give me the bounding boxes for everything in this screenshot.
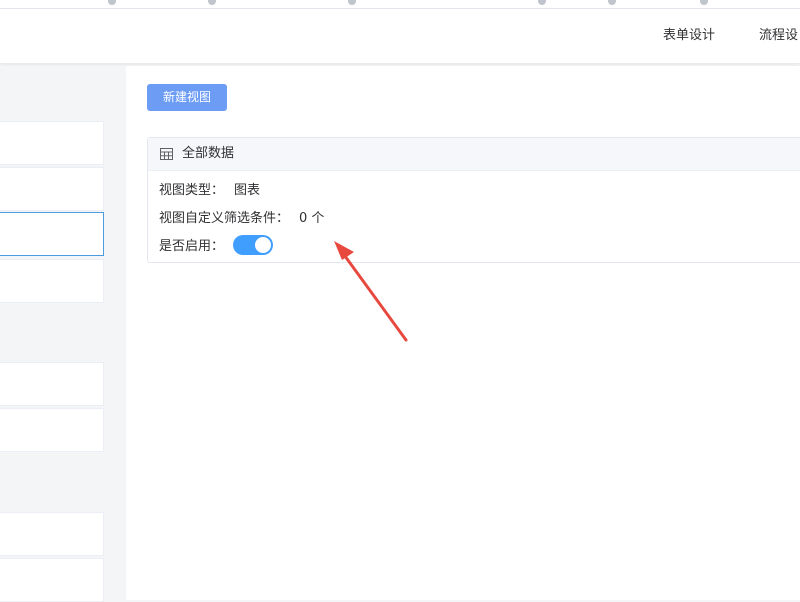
- enabled-row: 是否启用：: [159, 235, 224, 254]
- strip-dot-icon: [348, 0, 356, 5]
- view-card-header: 全部数据: [148, 138, 800, 171]
- annotation-arrow-icon: [334, 241, 408, 342]
- top-header: 表单设计 流程设: [0, 9, 800, 63]
- sidebar-item-active[interactable]: [0, 212, 104, 256]
- sidebar-item[interactable]: [0, 121, 104, 165]
- sidebar: [0, 66, 126, 602]
- sidebar-item[interactable]: [0, 558, 104, 602]
- filter-label: 视图自定义筛选条件：: [159, 211, 290, 226]
- strip-dot-icon: [208, 0, 216, 5]
- view-card-title: 全部数据: [182, 146, 235, 161]
- toggle-knob: [255, 237, 271, 253]
- view-type-row: 视图类型： 图表: [159, 179, 260, 198]
- filter-value: 0 个: [299, 211, 325, 226]
- view-card: 全部数据 视图类型： 图表 视图自定义筛选条件： 0 个 是否启用：: [147, 137, 800, 263]
- enabled-label: 是否启用：: [159, 239, 225, 254]
- sidebar-item[interactable]: [0, 259, 104, 303]
- strip-dot-icon: [700, 0, 708, 5]
- tab-flow-design[interactable]: 流程设: [759, 9, 798, 63]
- sidebar-item[interactable]: [0, 167, 104, 211]
- strip-dot-icon: [608, 0, 616, 5]
- tab-form-design[interactable]: 表单设计: [663, 9, 715, 63]
- view-type-label: 视图类型：: [159, 183, 225, 198]
- strip-dot-icon: [108, 0, 116, 5]
- view-type-value: 图表: [234, 183, 261, 198]
- strip-dot-icon: [538, 0, 546, 5]
- sidebar-item[interactable]: [0, 512, 104, 556]
- sidebar-item[interactable]: [0, 362, 104, 406]
- new-view-button[interactable]: 新建视图: [147, 84, 227, 111]
- top-strip: [0, 0, 800, 9]
- main-content: 新建视图 全部数据 视图类型： 图表 视图自定义筛选条件： 0 个 是否启用：: [126, 66, 800, 600]
- sidebar-item[interactable]: [0, 408, 104, 452]
- filter-row: 视图自定义筛选条件： 0 个: [159, 207, 324, 226]
- table-icon: [160, 148, 173, 160]
- enabled-toggle[interactable]: [233, 235, 273, 255]
